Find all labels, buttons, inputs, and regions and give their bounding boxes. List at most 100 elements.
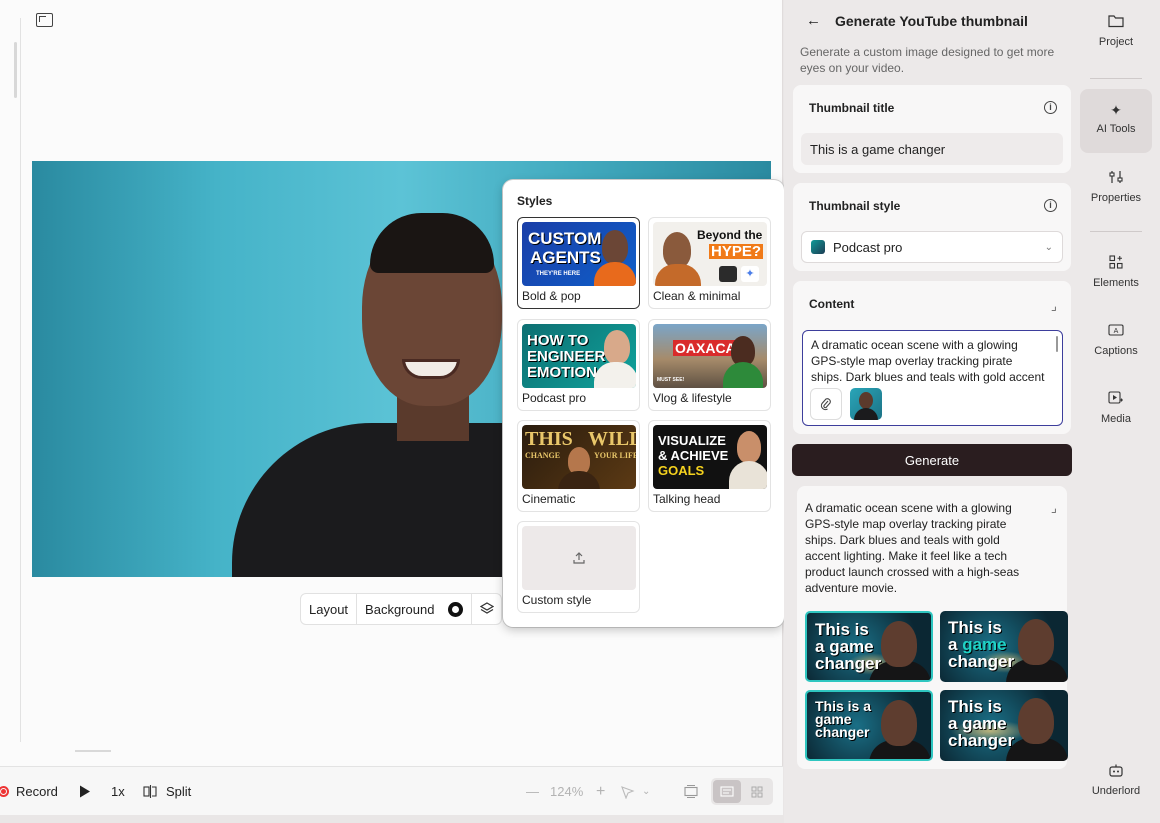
style-card-bold-pop[interactable]: CUSTOM AGENTS THEY'RE HERE Bold & pop [517, 217, 640, 309]
thumb-title: This is a game changer [948, 698, 1024, 749]
style-label: Custom style [522, 593, 592, 607]
canvas-scrollbar[interactable] [14, 42, 17, 98]
attach-button[interactable] [810, 388, 842, 420]
style-card-cinematic[interactable]: THIS WILL CHANGE YOUR LIFE Cinematic [517, 420, 640, 512]
style-thumb-clean-minimal: Beyond the HYPE? ✦ [653, 222, 767, 286]
media-icon [1080, 391, 1152, 409]
style-card-clean-minimal[interactable]: Beyond the HYPE? ✦ Clean & minimal [648, 217, 771, 309]
panel-header: ← Generate YouTube thumbnail [806, 12, 1028, 29]
collapse-icon[interactable]: ⌟ [1051, 500, 1057, 516]
thumb-title-line: changer [948, 652, 1015, 671]
thumb-face [604, 330, 630, 364]
gemini-logo-icon: ✦ [741, 266, 759, 282]
record-icon [0, 786, 9, 797]
split-button[interactable]: Split [143, 767, 191, 816]
style-card-talking-head[interactable]: VISUALIZE & ACHIEVE GOALS Talking head [648, 420, 771, 512]
style-thumb-bold-pop: CUSTOM AGENTS THEY'RE HERE [522, 222, 636, 286]
thumbnail-title-input[interactable]: This is a game changer [801, 133, 1063, 165]
result-prompt-text: A dramatic ocean scene with a glowing GP… [805, 501, 1020, 595]
sidebar-item-ai-tools[interactable]: ✦ AI Tools [1080, 89, 1152, 153]
sparkle-icon: ✦ [1110, 102, 1122, 118]
styles-popover: Styles CUSTOM AGENTS THEY'RE HERE Bold &… [503, 180, 784, 627]
style-card-podcast-pro[interactable]: HOW TO ENGINEER EMOTION Podcast pro [517, 319, 640, 411]
background-button[interactable]: Background [357, 594, 473, 624]
podcast-style-swatch-icon [811, 240, 825, 254]
result-thumbnail-3[interactable]: This is a game changer [805, 690, 933, 761]
thumb-shirt [594, 262, 636, 286]
thumbnail-title-card: Thumbnail title i This is a game changer [793, 85, 1071, 173]
generate-button[interactable]: Generate [792, 444, 1072, 476]
collapse-icon[interactable]: ⌟ [1051, 298, 1057, 314]
captions-icon: A [1080, 323, 1152, 341]
fit-to-screen-icon[interactable] [36, 13, 53, 27]
sidebar-item-properties[interactable]: Properties [1080, 170, 1152, 234]
record-label: Record [16, 784, 58, 799]
info-icon[interactable]: i [1044, 101, 1057, 114]
style-label: Clean & minimal [653, 289, 741, 303]
style-thumb-talking-head: VISUALIZE & ACHIEVE GOALS [653, 425, 767, 489]
style-label: Podcast pro [522, 391, 587, 405]
thumb-text: CUSTOM [528, 229, 602, 248]
style-thumb-podcast-pro: HOW TO ENGINEER EMOTION [522, 324, 636, 388]
style-label: Talking head [653, 492, 721, 506]
layout-button[interactable]: Layout [301, 594, 358, 624]
timeline-handle[interactable] [75, 750, 111, 752]
sidebar-item-media[interactable]: Media [1080, 391, 1152, 455]
folder-icon [1080, 14, 1152, 32]
zoom-out-button[interactable]: — [526, 767, 539, 816]
result-thumbnail-4[interactable]: This is a game changer [940, 690, 1068, 761]
script-view-icon [720, 786, 734, 797]
layers-button[interactable] [472, 594, 502, 624]
play-button[interactable] [79, 767, 91, 816]
sidebar-item-captions[interactable]: A Captions [1080, 323, 1152, 387]
textarea-scrollbar[interactable] [1056, 336, 1058, 352]
sidebar-item-label: Project [1098, 36, 1134, 48]
svg-text:A: A [1114, 328, 1119, 335]
thumb-title-line: changer [815, 724, 870, 740]
script-view-button[interactable] [713, 780, 741, 803]
result-thumbnail-2[interactable]: This is a game changer [940, 611, 1068, 682]
thumb-text: AGENTS [530, 248, 601, 267]
elements-icon [1080, 255, 1152, 273]
content-textarea[interactable]: A dramatic ocean scene with a glowing GP… [802, 330, 1063, 426]
thumb-face [663, 232, 691, 268]
fit-view-button[interactable] [684, 767, 698, 816]
sidebar-item-project[interactable]: Project [1080, 14, 1152, 78]
sidebar-item-label: AI Tools [1096, 123, 1136, 135]
zoom-level[interactable]: 124% [550, 767, 583, 816]
thumb-text: THIS [525, 428, 573, 450]
style-card-custom[interactable]: Custom style [517, 521, 640, 613]
thumb-title-line: changer [815, 654, 882, 673]
thumbnail-style-select[interactable]: Podcast pro ⌄ [801, 231, 1063, 263]
chevron-down-icon: ⌄ [1044, 241, 1053, 253]
back-arrow-icon[interactable]: ← [806, 12, 821, 29]
attached-image-thumbnail[interactable] [850, 388, 882, 420]
layers-icon [480, 602, 495, 614]
thumbnail-style-card: Thumbnail style i Podcast pro ⌄ [793, 183, 1071, 271]
record-button[interactable]: Record [0, 767, 58, 816]
playback-speed-button[interactable]: 1x [111, 767, 125, 816]
sidebar-divider [1090, 231, 1142, 232]
thumb-shirt [729, 461, 767, 489]
zoom-in-button[interactable]: + [596, 767, 605, 816]
style-thumb-custom [522, 526, 636, 590]
sidebar-item-label: Underlord [1091, 785, 1141, 797]
styles-popover-title: Styles [517, 194, 553, 208]
cursor-tool-select[interactable]: ⌄ [620, 767, 650, 816]
grid-view-button[interactable] [743, 780, 771, 803]
openai-logo-icon [719, 266, 737, 282]
content-card: Content ⌟ A dramatic ocean scene with a … [793, 281, 1071, 434]
thumb-text: WILL [588, 428, 636, 450]
sidebar-item-underlord[interactable]: Underlord [1080, 763, 1152, 823]
info-icon[interactable]: i [1044, 199, 1057, 212]
style-card-vlog-lifestyle[interactable]: OAXACA MUST SEE! Vlog & lifestyle [648, 319, 771, 411]
thumb-text: YOUR LIFE [594, 451, 636, 460]
result-thumbnail-1[interactable]: This is a game changer [805, 611, 933, 682]
thumb-title: This is a game changer [815, 621, 891, 672]
thumb-shirt [723, 362, 763, 388]
thumb-text: EMOTION [527, 364, 597, 381]
sidebar-item-elements[interactable]: Elements [1080, 255, 1152, 319]
thumb-shirt [558, 471, 600, 489]
thumb-text: THEY'RE HERE [536, 271, 581, 277]
thumb-text: GOALS [658, 463, 705, 478]
